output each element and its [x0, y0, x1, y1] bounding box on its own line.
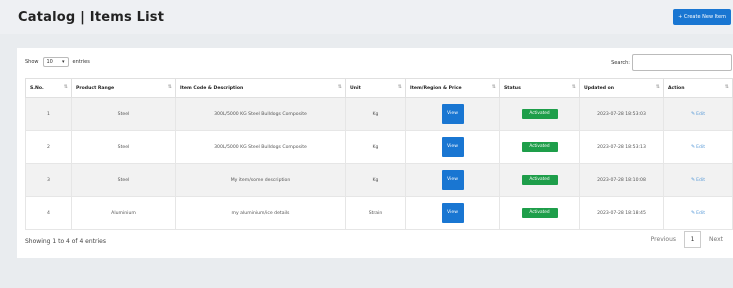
cell-status: Activated	[499, 97, 580, 131]
table-row: 3 Steel My item/some description Kg View…	[25, 163, 733, 197]
cell-description: My item/some description	[175, 163, 346, 197]
chevron-down-icon: ▾	[61, 59, 65, 65]
column-header-action[interactable]: Action ⇅	[663, 78, 733, 98]
table-row: 1 Steel 300L/5000 KG Steel Bulldogs Comp…	[25, 97, 733, 131]
view-button[interactable]: View	[441, 170, 464, 190]
cell-view: View	[405, 130, 500, 164]
edit-icon: ✎	[690, 210, 696, 216]
view-button[interactable]: View	[441, 137, 464, 157]
sort-icon: ⇅	[571, 84, 576, 90]
cell-view: View	[405, 97, 500, 131]
cell-product-range: Steel	[71, 130, 176, 164]
items-card: Show 10 ▾ entries Search: S.No. ⇅ Product…	[17, 48, 733, 258]
edit-icon: ✎	[690, 111, 696, 117]
table-header-row: S.No. ⇅ Product Range ⇅ Item Code & Descri…	[25, 78, 733, 98]
cell-action: ✎Edit	[663, 163, 733, 197]
top-bar: Catalog | Items List + Create New Item	[0, 0, 733, 34]
cell-status: Activated	[499, 196, 580, 230]
search-input[interactable]	[632, 54, 732, 71]
column-header-product-range[interactable]: Product Range ⇅	[71, 78, 176, 98]
edit-link[interactable]: ✎Edit	[690, 144, 705, 150]
cell-status: Activated	[499, 163, 580, 197]
table-row: 4 Aluminium my aluminium/ice details Str…	[25, 196, 733, 230]
entries-select[interactable]: 10 ▾	[42, 57, 69, 67]
sort-icon: ⇅	[724, 84, 729, 90]
pagination: Previous 1 Next	[651, 231, 723, 248]
search-control: Search:	[611, 54, 732, 71]
cell-unit: Kg	[345, 130, 406, 164]
column-header-status[interactable]: Status ⇅	[499, 78, 580, 98]
edit-link[interactable]: ✎Edit	[690, 111, 705, 117]
cell-status: Activated	[499, 130, 580, 164]
cell-unit: Strain	[345, 196, 406, 230]
cell-product-range: Aluminium	[71, 196, 176, 230]
view-button[interactable]: View	[441, 203, 464, 223]
sort-icon: ⇅	[167, 84, 172, 90]
sort-icon: ⇅	[397, 84, 402, 90]
status-badge: Activated	[521, 142, 558, 152]
cell-view: View	[405, 163, 500, 197]
column-header-item-code[interactable]: Item Code & Description ⇅	[175, 78, 346, 98]
entries-label: entries	[72, 59, 90, 65]
cell-action: ✎Edit	[663, 196, 733, 230]
edit-link[interactable]: ✎Edit	[690, 210, 705, 216]
next-button[interactable]: Next	[709, 236, 723, 243]
entries-select-value: 10	[46, 59, 53, 65]
cell-action: ✎Edit	[663, 130, 733, 164]
items-table: S.No. ⇅ Product Range ⇅ Item Code & Descri…	[25, 78, 733, 230]
previous-button[interactable]: Previous	[651, 236, 676, 243]
status-badge: Activated	[521, 208, 558, 218]
show-label: Show	[25, 59, 39, 65]
table-row: 2 Steel 300L/5000 KG Steel Bulldogs Comp…	[25, 130, 733, 164]
entries-length-control: Show 10 ▾ entries	[25, 57, 90, 67]
cell-unit: Kg	[345, 163, 406, 197]
cell-product-range: Steel	[71, 163, 176, 197]
column-header-sno[interactable]: S.No. ⇅	[25, 78, 72, 98]
cell-updated-on: 2023-07-28 18:53:13	[579, 130, 664, 164]
sort-icon: ⇅	[63, 84, 68, 90]
cell-updated-on: 2023-07-28 18:18:45	[579, 196, 664, 230]
cell-product-range: Steel	[71, 97, 176, 131]
cell-updated-on: 2023-07-28 18:53:03	[579, 97, 664, 131]
cell-view: View	[405, 196, 500, 230]
create-new-item-button[interactable]: + Create New Item	[673, 9, 731, 25]
view-button[interactable]: View	[441, 104, 464, 124]
edit-icon: ✎	[690, 144, 696, 150]
cell-updated-on: 2023-07-28 18:10:08	[579, 163, 664, 197]
cell-sno: 3	[25, 163, 72, 197]
page-title: Catalog | Items List	[18, 10, 165, 25]
column-header-updated-on[interactable]: Updated on ⇅	[579, 78, 664, 98]
cell-action: ✎Edit	[663, 97, 733, 131]
column-header-region-price[interactable]: Item/Region & Price ⇅	[405, 78, 500, 98]
cell-description: my aluminium/ice details	[175, 196, 346, 230]
status-badge: Activated	[521, 109, 558, 119]
edit-link[interactable]: ✎Edit	[690, 177, 705, 183]
status-badge: Activated	[521, 175, 558, 185]
column-header-unit[interactable]: Unit ⇅	[345, 78, 406, 98]
edit-icon: ✎	[690, 177, 696, 183]
sort-icon: ⇅	[337, 84, 342, 90]
cell-sno: 1	[25, 97, 72, 131]
table-info: Showing 1 to 4 of 4 entries	[25, 238, 106, 245]
cell-description: 300L/5000 KG Steel Bulldogs Composite	[175, 130, 346, 164]
cell-unit: Kg	[345, 97, 406, 131]
search-label: Search:	[611, 59, 630, 66]
page-button-current[interactable]: 1	[684, 231, 702, 248]
sort-icon: ⇅	[491, 84, 496, 90]
cell-sno: 4	[25, 196, 72, 230]
cell-description: 300L/5000 KG Steel Bulldogs Composite	[175, 97, 346, 131]
sort-icon: ⇅	[655, 84, 660, 90]
cell-sno: 2	[25, 130, 72, 164]
